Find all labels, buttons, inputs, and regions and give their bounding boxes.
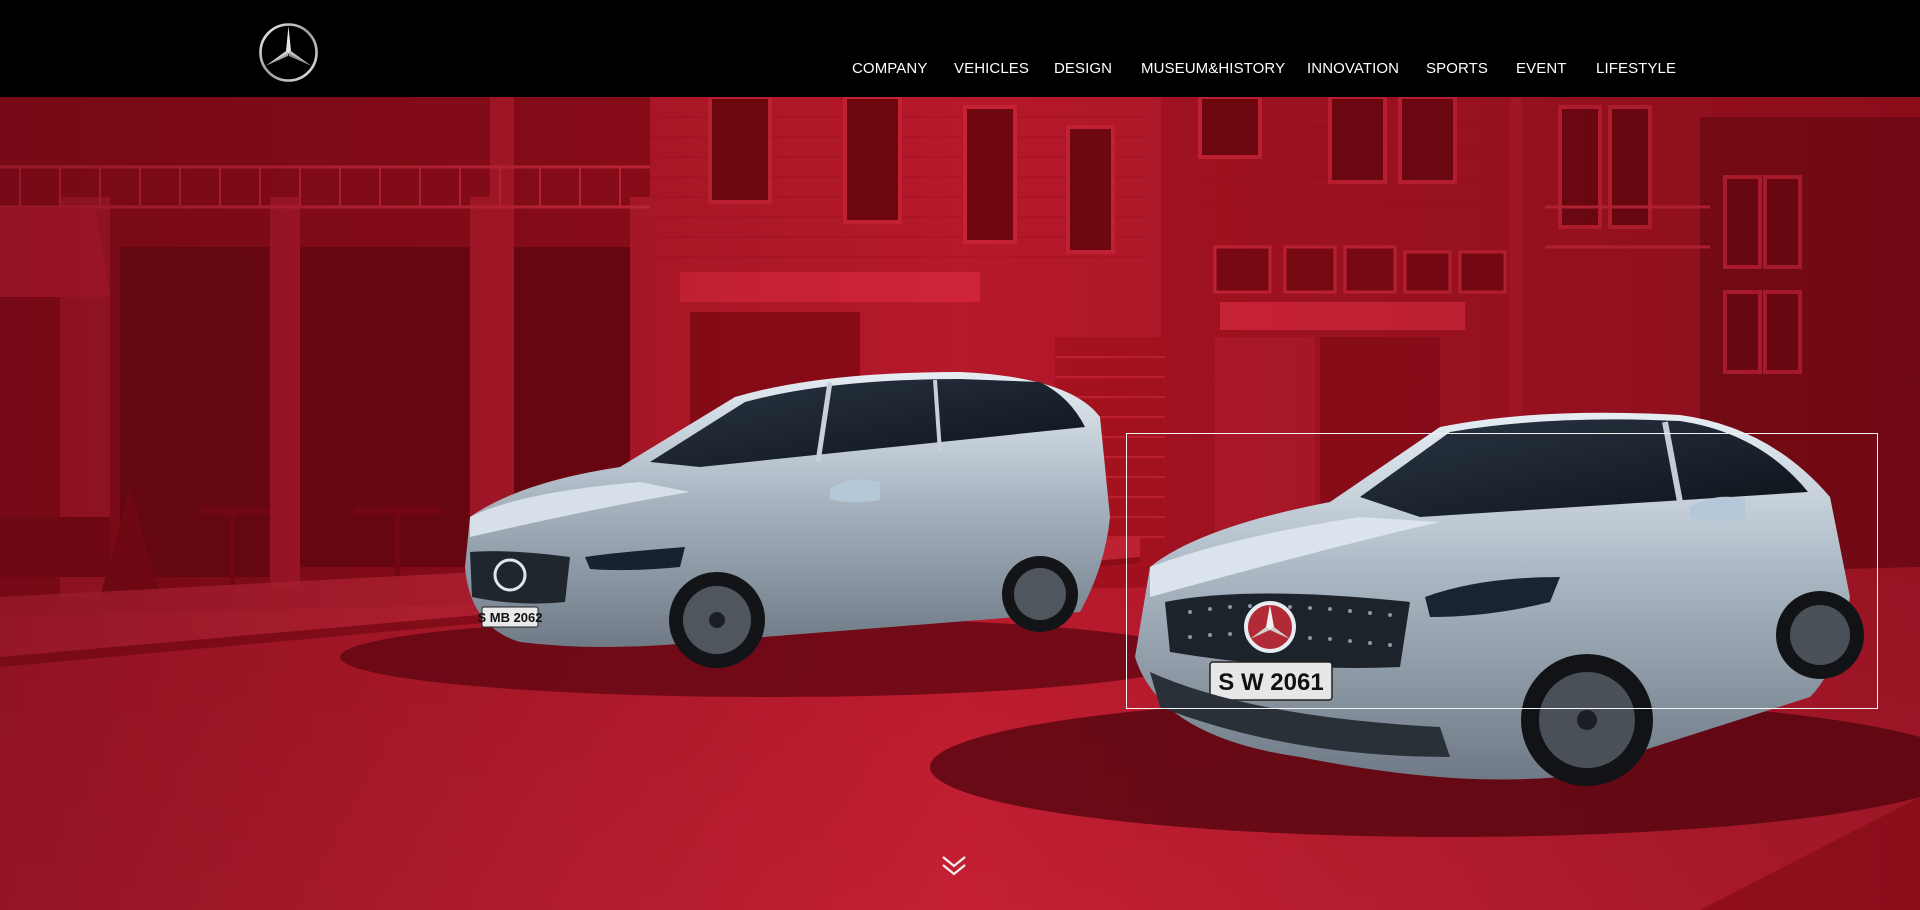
nav-museum-history[interactable]: MUSEUM&HISTORY: [1141, 58, 1285, 80]
nav-event[interactable]: EVENT: [1516, 58, 1567, 80]
estate-plate: S MB 2062: [477, 610, 542, 625]
nav-company[interactable]: COMPANY: [852, 58, 927, 80]
hero-banner: S MB 2062 S W 2061: [0, 97, 1920, 910]
nav-design[interactable]: DESIGN: [1054, 58, 1112, 80]
double-chevron-down-icon[interactable]: [940, 852, 968, 880]
mercedes-star-icon[interactable]: [258, 22, 319, 83]
featured-vehicle-frame[interactable]: [1126, 433, 1878, 709]
nav-sports[interactable]: SPORTS: [1426, 58, 1488, 80]
nav-vehicles[interactable]: VEHICLES: [954, 58, 1029, 80]
nav-lifestyle[interactable]: LIFESTYLE: [1596, 58, 1676, 80]
top-header: COMPANY VEHICLES DESIGN MUSEUM&HISTORY I…: [0, 0, 1920, 97]
nav-innovation[interactable]: INNOVATION: [1307, 58, 1399, 80]
